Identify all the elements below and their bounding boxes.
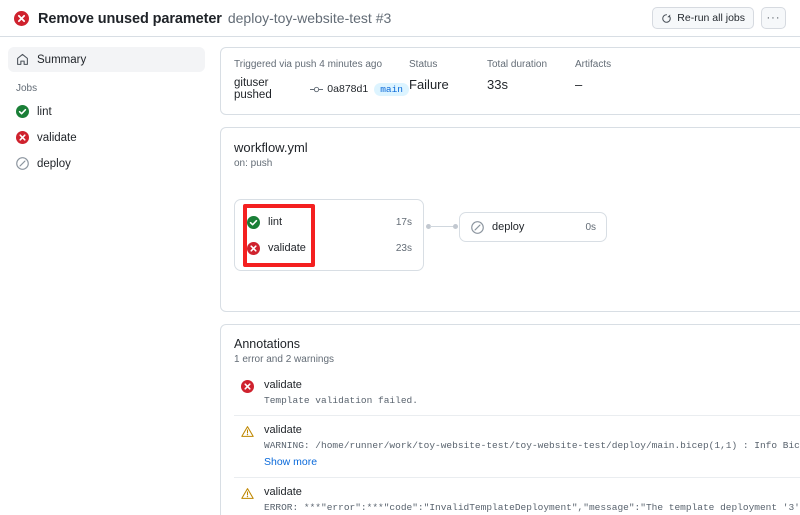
trigger-label: Triggered via push 4 minutes ago <box>234 59 383 70</box>
annotation-message: Template validation failed. <box>264 395 418 406</box>
page-title-sub: deploy-toy-website-test #3 <box>227 9 392 26</box>
sidebar-item-deploy-label: deploy <box>37 157 71 170</box>
failure-x-icon <box>16 131 29 144</box>
graph-node-lint[interactable]: lint 17s <box>235 209 423 235</box>
page-title-main: Remove unused parameter <box>38 10 222 27</box>
status-label: Status <box>409 59 438 70</box>
duration-column: Total duration 33s <box>487 59 575 101</box>
sidebar-item-validate-label: validate <box>37 131 77 144</box>
workflow-graph-card: workflow.yml on: push lint 17s validate … <box>220 127 800 312</box>
annotation-message: ERROR: ***"error":***"code":"InvalidTemp… <box>264 502 800 513</box>
annotations-card: Annotations 1 error and 2 warnings valid… <box>220 324 800 515</box>
graph-node-validate-duration: 23s <box>395 242 412 254</box>
workflow-graph: lint 17s validate 23s deploy 0s <box>234 183 800 301</box>
sidebar-item-summary[interactable]: Summary <box>8 47 205 72</box>
graph-node-deploy-duration: 0s <box>585 221 596 233</box>
annotation-row: validate WARNING: /home/runner/work/toy-… <box>234 415 800 477</box>
main-content: Triggered via push 4 minutes ago gituser… <box>213 37 800 515</box>
trigger-column: Triggered via push 4 minutes ago gituser… <box>234 59 409 101</box>
commit-icon <box>310 84 324 95</box>
graph-node-deploy[interactable]: deploy 0s <box>459 212 607 242</box>
rerun-all-jobs-label: Re-run all jobs <box>677 12 745 24</box>
page-title: Remove unused parameter deploy-toy-websi… <box>38 10 391 27</box>
failure-x-icon <box>14 10 29 26</box>
sidebar-jobs-heading: Jobs <box>16 83 38 94</box>
workflow-file-name: workflow.yml <box>234 140 308 155</box>
annotation-body: validate ERROR: ***"error":***"code":"In… <box>264 486 800 515</box>
skipped-icon <box>471 220 484 234</box>
sync-icon <box>661 13 672 24</box>
page-body: Summary Jobs lint validate deploy Trigge… <box>0 37 800 515</box>
annotations-title: Annotations <box>234 337 301 351</box>
sidebar-item-lint-label: lint <box>37 105 52 118</box>
annotation-row: validate Template validation failed. <box>234 376 800 415</box>
annotation-job-name: validate <box>264 424 302 436</box>
show-more-link[interactable]: Show more <box>264 456 800 468</box>
workflow-run-page: Remove unused parameter deploy-toy-websi… <box>0 0 800 515</box>
actor-text: gituser pushed <box>234 77 272 101</box>
page-header: Remove unused parameter deploy-toy-websi… <box>0 0 800 37</box>
sidebar-item-deploy[interactable]: deploy <box>8 151 205 176</box>
run-summary-card: Triggered via push 4 minutes ago gituser… <box>220 47 800 115</box>
edge-dot-target <box>453 224 458 229</box>
more-options-button[interactable]: ··· <box>761 7 786 29</box>
artifacts-column: Artifacts – <box>575 59 611 101</box>
duration-value: 33s <box>487 77 508 92</box>
failure-x-icon <box>247 241 260 255</box>
failure-x-icon <box>241 380 254 406</box>
success-check-icon <box>247 215 260 229</box>
job-group-node: lint 17s validate 23s <box>234 199 424 271</box>
home-icon <box>16 53 29 66</box>
rerun-all-jobs-button[interactable]: Re-run all jobs <box>652 7 754 29</box>
graph-node-lint-label: lint <box>268 216 283 228</box>
sidebar-item-validate[interactable]: validate <box>8 125 205 150</box>
status-column: Status Failure <box>409 59 487 101</box>
warning-triangle-icon <box>241 425 254 468</box>
skipped-icon <box>16 157 29 170</box>
commit-sha[interactable]: 0a878d1 <box>327 83 368 95</box>
graph-node-validate[interactable]: validate 23s <box>235 235 423 261</box>
annotations-list: validate Template validation failed. val… <box>234 376 800 515</box>
annotation-row: validate ERROR: ***"error":***"code":"In… <box>234 477 800 515</box>
graph-node-lint-duration: 17s <box>395 216 412 228</box>
trigger-value: gituser pushed 0a878d1 main <box>234 77 409 101</box>
annotations-subtitle: 1 error and 2 warnings <box>234 354 335 365</box>
sidebar-item-lint[interactable]: lint <box>8 99 205 124</box>
workflow-trigger: on: push <box>234 158 273 169</box>
artifacts-value: – <box>575 77 583 92</box>
sidebar-item-summary-label: Summary <box>37 53 87 66</box>
header-actions: Re-run all jobs ··· <box>652 7 786 29</box>
annotation-message: WARNING: /home/runner/work/toy-website-t… <box>264 440 800 451</box>
branch-badge[interactable]: main <box>374 82 409 96</box>
status-value: Failure <box>409 77 449 92</box>
graph-node-deploy-label: deploy <box>492 221 525 233</box>
annotation-body: validate WARNING: /home/runner/work/toy-… <box>264 424 800 468</box>
graph-node-validate-label: validate <box>268 242 306 254</box>
artifacts-label: Artifacts <box>575 59 612 70</box>
warning-triangle-icon <box>241 487 254 515</box>
sidebar: Summary Jobs lint validate deploy <box>0 37 213 515</box>
success-check-icon <box>16 105 29 118</box>
annotation-body: validate Template validation failed. <box>264 379 800 406</box>
duration-label: Total duration <box>487 59 548 70</box>
annotation-job-name: validate <box>264 486 302 498</box>
annotation-job-name: validate <box>264 379 302 391</box>
